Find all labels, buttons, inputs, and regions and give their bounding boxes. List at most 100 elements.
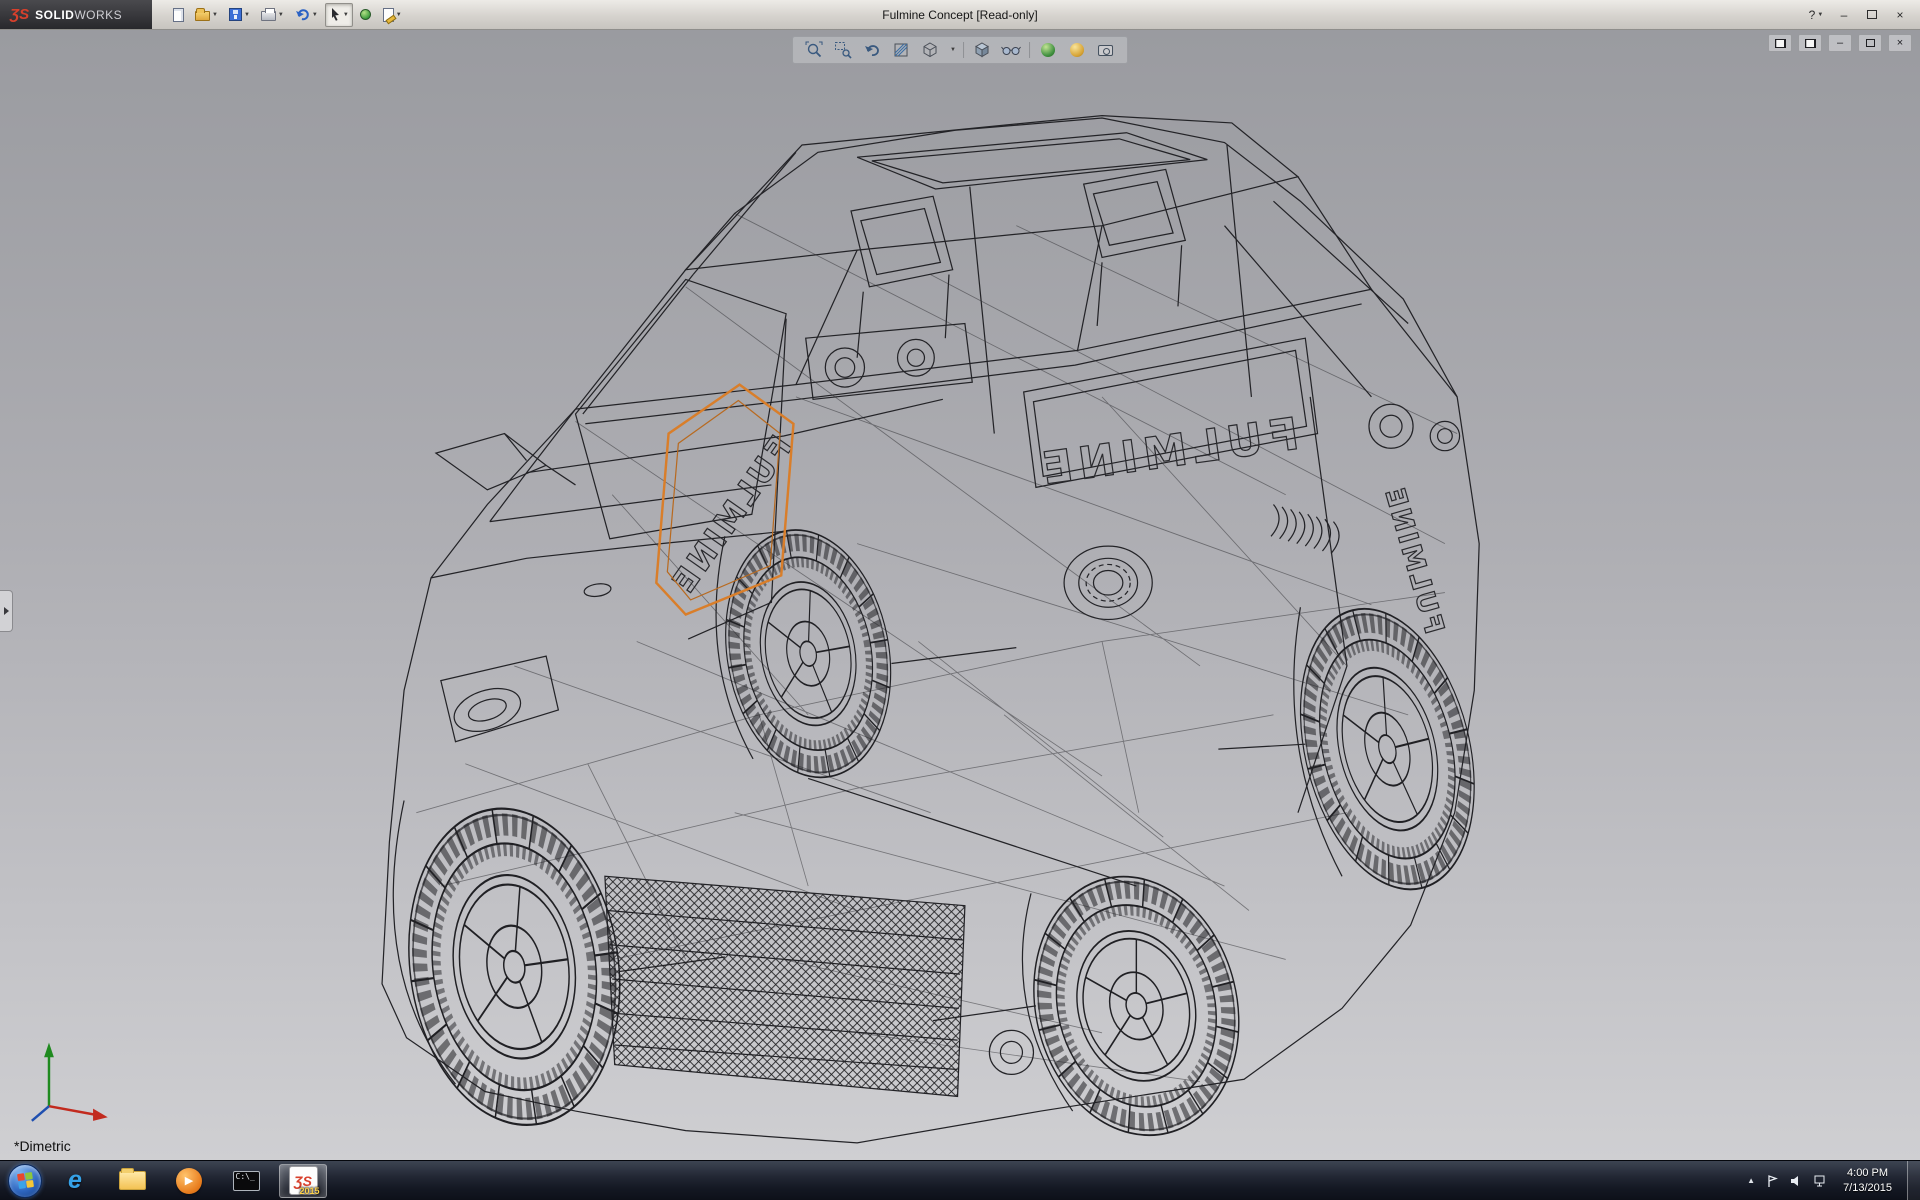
- system-tray: ▲ 4:00 PM 7/13/2015: [1747, 1161, 1912, 1200]
- view-orientation-button[interactable]: [919, 40, 941, 60]
- brand-bold: SOLID: [35, 8, 74, 22]
- display-style-button[interactable]: [971, 40, 993, 60]
- standard-toolbar: ▼ ▼ ▼ ▼ ▼ ▼: [168, 3, 406, 27]
- help-button[interactable]: ?▼: [1808, 6, 1824, 24]
- clock-time: 4:00 PM: [1843, 1166, 1892, 1180]
- print-button[interactable]: ▼: [257, 3, 288, 27]
- new-document-icon: [173, 8, 184, 22]
- solidworks-app-icon: ƷS 2015: [289, 1166, 318, 1195]
- file-properties-icon: [383, 8, 394, 22]
- chevron-down-icon: ▼: [244, 12, 250, 18]
- taskbar-windows-explorer[interactable]: [108, 1164, 156, 1198]
- view-orientation-label: *Dimetric: [14, 1138, 71, 1154]
- close-button[interactable]: ×: [1892, 6, 1908, 24]
- tile-windows-icon: [1805, 39, 1816, 48]
- save-floppy-icon: [229, 8, 242, 21]
- network-icon[interactable]: [1814, 1175, 1828, 1187]
- doc-close-button[interactable]: ×: [1888, 34, 1912, 52]
- chevron-down-icon[interactable]: ▼: [950, 47, 956, 53]
- xpress-products-button[interactable]: [356, 3, 376, 27]
- media-player-icon: ▶: [176, 1168, 202, 1194]
- edit-appearance-icon: [1041, 43, 1055, 57]
- taskbar-command-prompt[interactable]: C:\_: [222, 1164, 270, 1198]
- doc-tile-button[interactable]: [1798, 34, 1822, 52]
- new-document-button[interactable]: [168, 3, 188, 27]
- hide-show-items-button[interactable]: [1000, 40, 1022, 60]
- tray-expand-button[interactable]: ▲: [1747, 1176, 1755, 1185]
- model-canvas[interactable]: FULMINE FULMINE FULMINE: [0, 30, 1920, 1160]
- rear-left-wheel: [1007, 855, 1265, 1157]
- view-settings-button[interactable]: [1095, 40, 1117, 60]
- toolbar-separator: [963, 42, 964, 58]
- close-icon: ×: [1896, 8, 1903, 22]
- minimize-button[interactable]: –: [1836, 6, 1852, 24]
- taskbar-internet-explorer[interactable]: e: [51, 1164, 99, 1198]
- taskbar-clock[interactable]: 4:00 PM 7/13/2015: [1839, 1166, 1896, 1195]
- display-style-icon: [973, 41, 991, 59]
- view-settings-icon: [1098, 45, 1113, 56]
- front-right-wheel: [707, 517, 910, 791]
- chevron-down-icon: ▼: [312, 12, 318, 18]
- chevron-down-icon: ▼: [212, 12, 218, 18]
- taskbar: e ▶ C:\_ ƷS 2015 ▲ 4:00 PM 7/13/2015: [0, 1160, 1920, 1200]
- document-window-controls: – ×: [1768, 34, 1912, 52]
- undo-button[interactable]: ▼: [291, 3, 322, 27]
- graphics-viewport[interactable]: FULMINE FULMINE FULMINE: [0, 30, 1920, 1160]
- view-orientation-icon: [921, 41, 939, 59]
- section-view-icon: [892, 41, 910, 59]
- front-left-wheel: [389, 795, 639, 1139]
- select-tool-button[interactable]: ▼: [325, 3, 353, 27]
- edit-appearance-button[interactable]: [1037, 40, 1059, 60]
- taskbar-solidworks-2015[interactable]: ƷS 2015: [279, 1164, 327, 1198]
- maximize-icon: [1867, 10, 1877, 19]
- previous-view-button[interactable]: [861, 40, 883, 60]
- solidworks-version-badge: 2015: [299, 1186, 319, 1196]
- doc-cascade-button[interactable]: [1768, 34, 1792, 52]
- open-folder-icon: [195, 11, 210, 21]
- command-prompt-icon: C:\_: [233, 1171, 260, 1191]
- hide-show-items-icon: [1001, 43, 1021, 57]
- section-view-button[interactable]: [890, 40, 912, 60]
- minimize-icon: –: [1837, 37, 1843, 49]
- taskbar-media-player[interactable]: ▶: [165, 1164, 213, 1198]
- select-arrow-icon: [329, 7, 341, 22]
- doc-restore-button[interactable]: [1858, 34, 1882, 52]
- solidworks-logo: ƷS SOLIDWORKS: [0, 0, 152, 29]
- show-desktop-button[interactable]: [1907, 1161, 1920, 1200]
- internet-explorer-icon: e: [68, 1168, 82, 1193]
- cascade-windows-icon: [1775, 39, 1786, 48]
- window-controls: ?▼ – ×: [1808, 6, 1920, 24]
- zoom-to-area-icon: [834, 41, 852, 59]
- clock-date: 7/13/2015: [1843, 1181, 1892, 1195]
- zoom-to-area-button[interactable]: [832, 40, 854, 60]
- xpress-products-icon: [360, 9, 371, 20]
- desktop: ƷS SOLIDWORKS ▼ ▼ ▼ ▼ ▼ ▼ Fulmine Concep…: [0, 0, 1920, 1200]
- headsup-view-toolbar: ▼: [792, 36, 1128, 64]
- start-button[interactable]: [8, 1164, 42, 1198]
- chevron-down-icon: ▼: [278, 12, 284, 18]
- solidworks-brand-text: SOLIDWORKS: [35, 8, 122, 22]
- zoom-to-fit-button[interactable]: [803, 40, 825, 60]
- apply-scene-icon: [1070, 43, 1084, 57]
- brand-light: WORKS: [74, 8, 122, 22]
- close-icon: ×: [1897, 37, 1903, 49]
- zoom-to-fit-icon: [805, 41, 823, 59]
- volume-icon[interactable]: [1789, 1175, 1803, 1187]
- apply-scene-button[interactable]: [1066, 40, 1088, 60]
- action-center-flag-icon[interactable]: [1766, 1174, 1778, 1188]
- help-icon: ?: [1809, 8, 1816, 22]
- open-button[interactable]: ▼: [191, 3, 222, 27]
- solidworks-logo-icon: ƷS: [10, 6, 29, 23]
- windows-flag-icon: [17, 1172, 34, 1189]
- maximize-button[interactable]: [1864, 6, 1880, 24]
- folder-icon: [119, 1171, 146, 1190]
- file-properties-button[interactable]: ▼: [379, 3, 406, 27]
- rear-right-wheel: [1273, 590, 1502, 907]
- expand-arrow-icon: [4, 607, 9, 615]
- car-wireframe: FULMINE FULMINE FULMINE: [382, 116, 1502, 1158]
- doc-minimize-button[interactable]: –: [1828, 34, 1852, 52]
- feature-manager-collapsed-tab[interactable]: [0, 590, 13, 632]
- minimize-icon: –: [1841, 8, 1848, 22]
- chevron-down-icon: ▼: [1817, 12, 1823, 18]
- save-button[interactable]: ▼: [225, 3, 254, 27]
